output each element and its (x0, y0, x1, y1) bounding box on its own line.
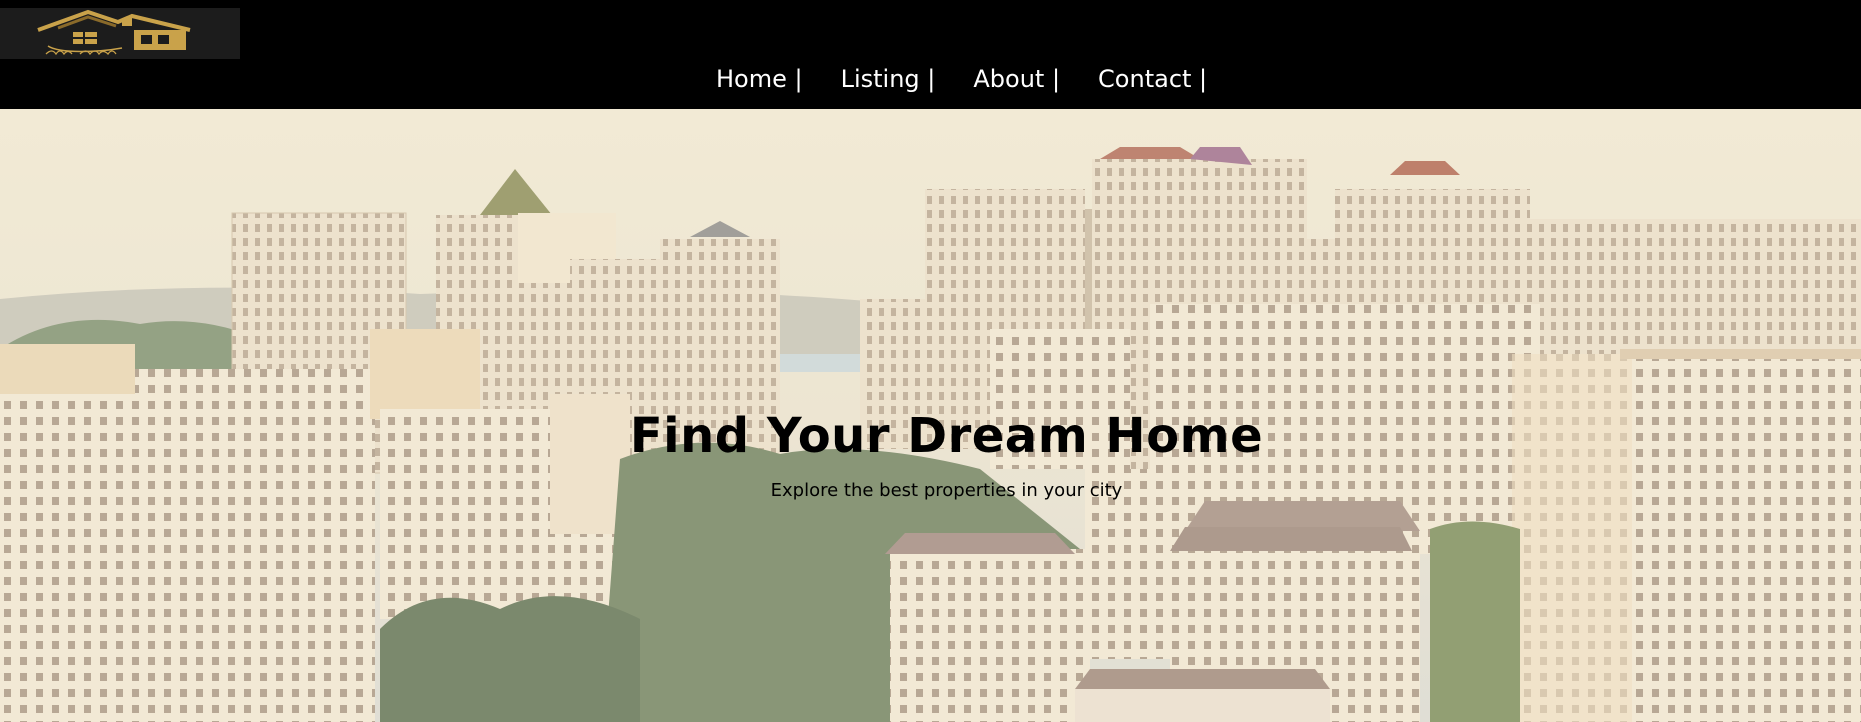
nav-contact[interactable]: Contact | (1098, 62, 1207, 96)
site-header: Home | Listing | About | Contact | (0, 0, 1861, 109)
brand-logo[interactable] (0, 8, 240, 59)
nav-listing[interactable]: Listing | (841, 62, 936, 96)
nav-about[interactable]: About | (973, 62, 1060, 96)
nav-home[interactable]: Home | (716, 62, 803, 96)
house-roof-icon (37, 9, 191, 56)
hero-banner: Find Your Dream Home Explore the best pr… (0, 109, 1861, 722)
main-nav: Home | Listing | About | Contact | (697, 62, 1226, 96)
hero-title: Find Your Dream Home (629, 408, 1264, 464)
hero-subtitle: Explore the best properties in your city (770, 480, 1123, 501)
